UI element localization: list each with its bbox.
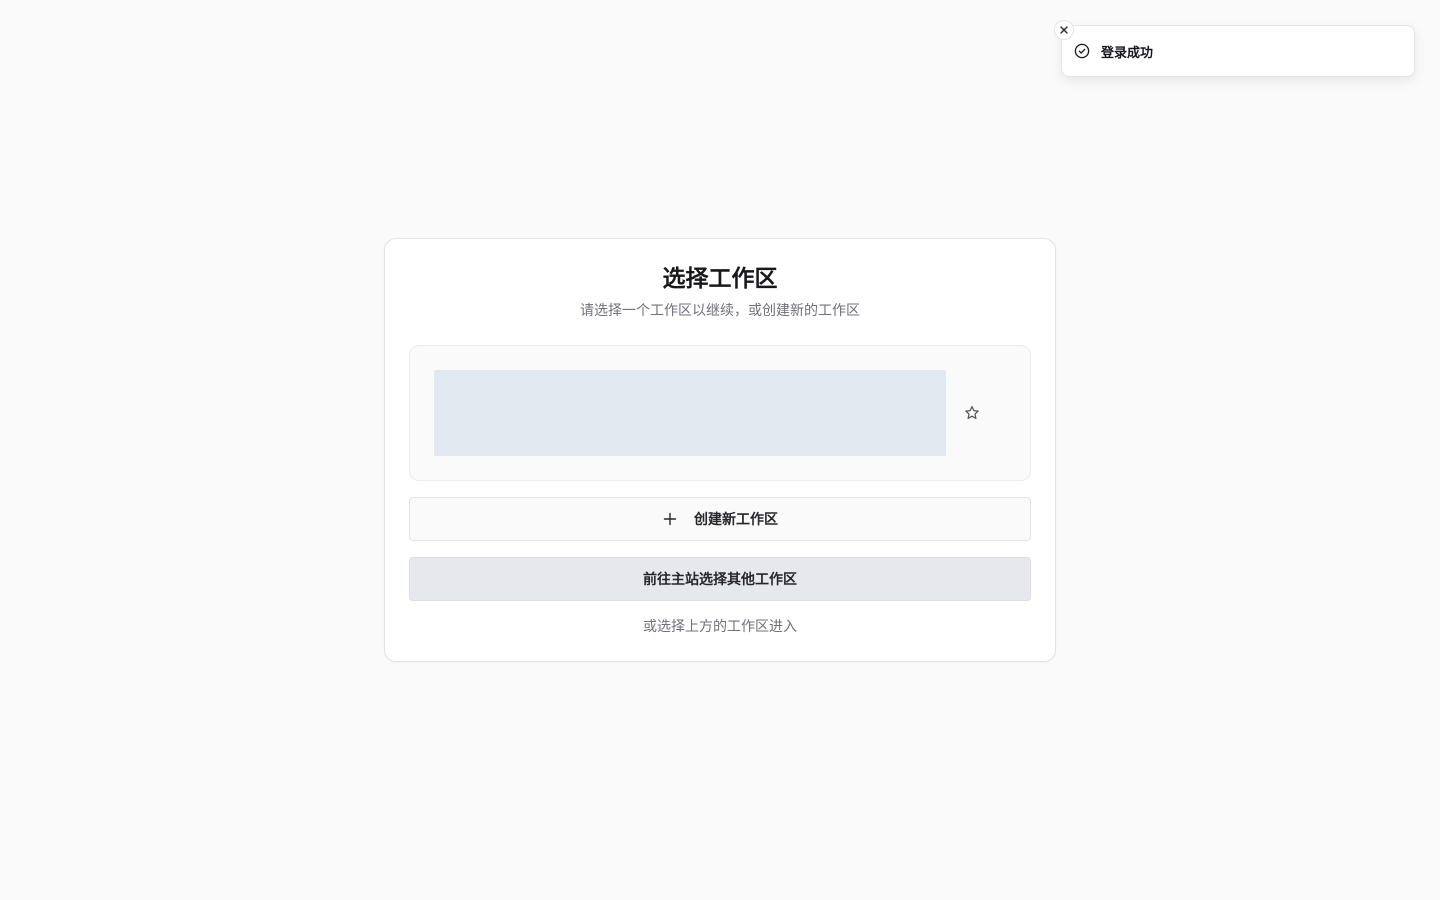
go-main-site-button[interactable]: 前往主站选择其他工作区 xyxy=(409,557,1031,601)
create-workspace-button[interactable]: 创建新工作区 xyxy=(409,497,1031,541)
page-subtitle: 请选择一个工作区以继续，或创建新的工作区 xyxy=(580,303,860,319)
plus-icon xyxy=(662,511,678,527)
go-main-site-label: 前往主站选择其他工作区 xyxy=(643,572,797,588)
workspace-select-card: 选择工作区 请选择一个工作区以继续，或创建新的工作区 创建新工作区 前往主站选择… xyxy=(384,238,1056,662)
toast-notification: 登录成功 xyxy=(1054,20,1415,77)
check-circle-icon xyxy=(1074,43,1090,59)
workspace-item-skeleton xyxy=(434,370,946,456)
page-title: 选择工作区 xyxy=(662,266,778,292)
star-icon xyxy=(965,406,979,419)
toast-close-button[interactable] xyxy=(1054,20,1074,40)
toast-message: 登录成功 xyxy=(1101,45,1154,61)
workspace-list xyxy=(409,345,1031,481)
create-workspace-label: 创建新工作区 xyxy=(694,512,778,528)
favorite-button[interactable] xyxy=(958,401,986,425)
close-icon xyxy=(1060,26,1068,34)
page: 登录成功 选择工作区 请选择一个工作区以继续，或创建新的工作区 创建新工作区 前… xyxy=(0,0,1440,900)
hint-text: 或选择上方的工作区进入 xyxy=(643,619,797,635)
